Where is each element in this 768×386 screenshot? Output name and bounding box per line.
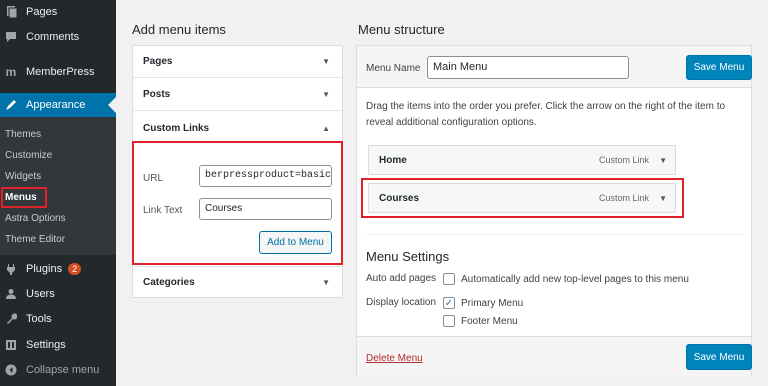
footer-menu-checkbox[interactable] xyxy=(443,315,455,327)
sidebar-item-pages[interactable]: Pages xyxy=(0,0,116,24)
footer-menu-label: Footer Menu xyxy=(461,316,518,327)
sidebar-item-plugins[interactable]: Plugins 2 xyxy=(0,257,116,281)
custom-links-highlight-box xyxy=(132,141,343,265)
accordion-label: Custom Links xyxy=(143,122,210,134)
menu-instructions: Drag the items into the order you prefer… xyxy=(366,101,726,128)
active-arrow xyxy=(108,97,116,113)
accordion-custom-links[interactable]: Custom Links ▲ xyxy=(133,112,342,144)
sidebar-item-label: Plugins xyxy=(26,263,63,275)
submenu-item-theme-editor[interactable]: Theme Editor xyxy=(5,234,65,245)
accordion-label: Pages xyxy=(143,56,173,67)
primary-menu-checkbox[interactable]: ✓ xyxy=(443,297,455,309)
sidebar-item-label: Users xyxy=(26,288,55,300)
sidebar-item-label: Tools xyxy=(26,313,52,325)
caret-down-icon: ▼ xyxy=(322,278,330,287)
sidebar-item-label: Comments xyxy=(26,31,80,43)
accordion-categories[interactable]: Categories ▼ xyxy=(133,266,342,298)
memberpress-icon: m xyxy=(5,65,17,79)
menu-actions-bar: Delete Menu Save Menu xyxy=(357,336,752,376)
appearance-submenu: Themes Customize Widgets Menus Astra Opt… xyxy=(0,117,116,255)
caret-down-icon: ▼ xyxy=(322,90,330,99)
sidebar-item-label: MemberPress xyxy=(26,66,95,78)
menu-name-bar: Menu Name Main Menu Save Menu xyxy=(357,46,752,88)
accordion-posts[interactable]: Posts ▼ xyxy=(133,79,342,111)
users-icon xyxy=(4,287,18,301)
expand-arrow-icon[interactable]: ▼ xyxy=(659,156,667,165)
add-menu-items-heading: Add menu items xyxy=(132,22,226,37)
menu-name-label: Menu Name xyxy=(366,63,421,74)
sidebar-item-tools[interactable]: Tools xyxy=(0,307,116,331)
sidebar-item-label: Appearance xyxy=(26,99,86,111)
sidebar-item-settings[interactable]: Settings xyxy=(0,333,116,357)
submenu-item-themes[interactable]: Themes xyxy=(5,129,41,140)
comments-icon xyxy=(4,30,18,44)
display-location-label: Display location xyxy=(366,297,437,308)
caret-down-icon: ▼ xyxy=(322,57,330,66)
sidebar-item-comments[interactable]: Comments xyxy=(0,25,116,49)
sidebar-item-label: Pages xyxy=(26,6,58,18)
delete-menu-link[interactable]: Delete Menu xyxy=(366,353,423,364)
menu-name-input[interactable]: Main Menu xyxy=(427,56,629,79)
menus-highlight-box xyxy=(1,187,47,208)
sidebar-item-memberpress[interactable]: m MemberPress xyxy=(0,60,116,84)
accordion-pages[interactable]: Pages ▼ xyxy=(133,46,342,78)
update-count-badge: 2 xyxy=(68,263,82,275)
admin-sidebar: Pages Comments m MemberPress Appearance … xyxy=(0,0,116,386)
save-menu-button-bottom[interactable]: Save Menu xyxy=(686,344,752,370)
sidebar-item-users[interactable]: Users xyxy=(0,282,116,306)
submenu-item-widgets[interactable]: Widgets xyxy=(5,171,41,182)
accordion-label: Posts xyxy=(143,89,171,100)
pages-icon xyxy=(4,5,18,19)
sidebar-item-label: Settings xyxy=(26,339,66,351)
sidebar-item-appearance[interactable]: Appearance xyxy=(0,93,116,117)
collapse-icon xyxy=(4,363,18,377)
menu-structure-heading: Menu structure xyxy=(358,22,445,37)
auto-add-label: Auto add pages xyxy=(366,273,437,284)
menu-item-title: Home xyxy=(379,154,407,166)
submenu-item-customize[interactable]: Customize xyxy=(5,150,52,161)
accordion-label: Categories xyxy=(143,277,195,288)
auto-add-option-label: Automatically add new top-level pages to… xyxy=(461,274,689,285)
caret-up-icon: ▲ xyxy=(322,123,330,133)
submenu-item-astra-options[interactable]: Astra Options xyxy=(5,213,66,224)
appearance-icon xyxy=(4,98,18,112)
menu-settings-heading: Menu Settings xyxy=(366,249,450,264)
settings-icon xyxy=(4,338,18,352)
sidebar-item-label: Collapse menu xyxy=(26,364,100,376)
menu-item-type: Custom Link xyxy=(598,155,649,165)
auto-add-checkbox[interactable] xyxy=(443,273,455,285)
courses-highlight-box xyxy=(361,178,684,218)
collapse-menu-button[interactable]: Collapse menu xyxy=(0,358,116,382)
divider xyxy=(366,234,744,235)
save-menu-button-top[interactable]: Save Menu xyxy=(686,55,752,80)
menu-item-home[interactable]: Home Custom Link ▼ xyxy=(368,145,676,175)
primary-menu-label: Primary Menu xyxy=(461,298,524,309)
tools-icon xyxy=(4,312,18,326)
plugins-icon xyxy=(4,262,18,276)
